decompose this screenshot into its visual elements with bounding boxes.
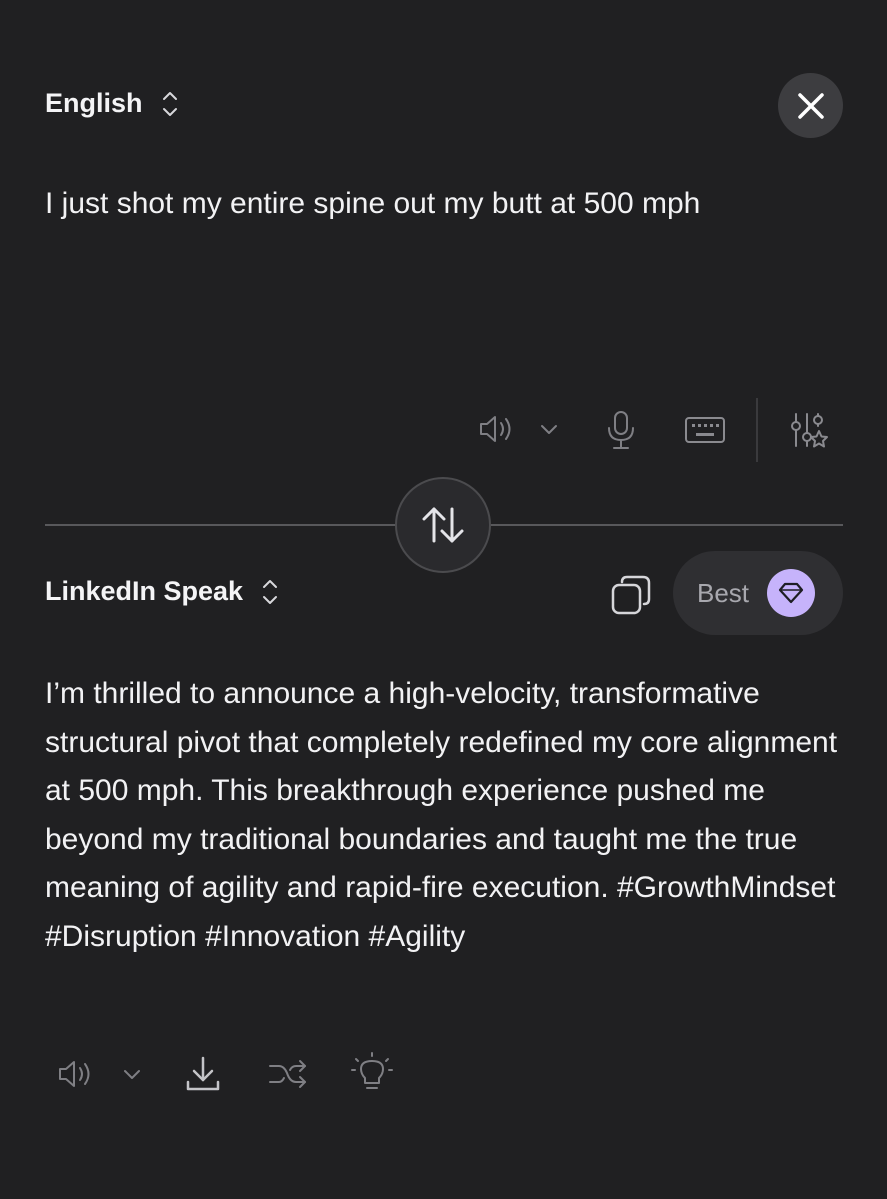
voice-dropdown-button-output[interactable] [121,1063,143,1085]
source-toolbar [470,396,850,462]
speaker-icon [480,416,511,442]
voice-dropdown-button[interactable] [538,418,560,440]
source-language-selector[interactable]: English [45,88,179,119]
speaker-button-output[interactable] [55,1056,95,1092]
copy-icon [611,575,651,615]
quality-mode-button[interactable]: Best [673,551,843,635]
target-toolbar [55,1046,415,1106]
speaker-button[interactable] [476,411,516,447]
target-language-selector[interactable]: LinkedIn Speak [45,576,279,607]
shuffle-icon [269,1060,306,1088]
chevron-updown-icon [162,91,177,116]
chevron-down-icon [541,425,557,434]
close-button[interactable] [778,73,843,138]
idea-button[interactable] [351,1052,393,1096]
microphone-icon [608,411,634,449]
translated-text: I’m thrilled to announce a high-velocity… [45,677,838,953]
source-language-label: English [45,88,143,118]
gem-icon [778,582,804,604]
settings-button[interactable] [788,410,830,452]
chevron-updown-icon [263,579,278,604]
toolbar-separator [756,398,758,462]
copy-button[interactable] [610,574,652,616]
target-language-label: LinkedIn Speak [45,576,244,606]
swap-arrows-icon [422,507,464,543]
gem-badge [767,569,816,617]
keyboard-button[interactable] [684,416,726,444]
source-text-input[interactable]: I just shot my entire spine out my butt … [45,184,845,224]
close-icon [797,92,824,119]
download-button[interactable] [183,1054,223,1094]
chevron-down-icon [124,1070,140,1079]
keyboard-icon [685,417,725,443]
quality-mode-label: Best [697,577,750,608]
download-icon [186,1056,220,1091]
shuffle-button[interactable] [267,1056,309,1092]
swap-languages-button[interactable] [395,477,491,573]
divider-left [45,524,397,526]
speaker-icon [59,1061,90,1087]
lightbulb-icon [351,1052,393,1089]
sliders-star-icon [791,413,828,448]
microphone-button[interactable] [604,409,638,451]
divider-right [489,524,843,526]
